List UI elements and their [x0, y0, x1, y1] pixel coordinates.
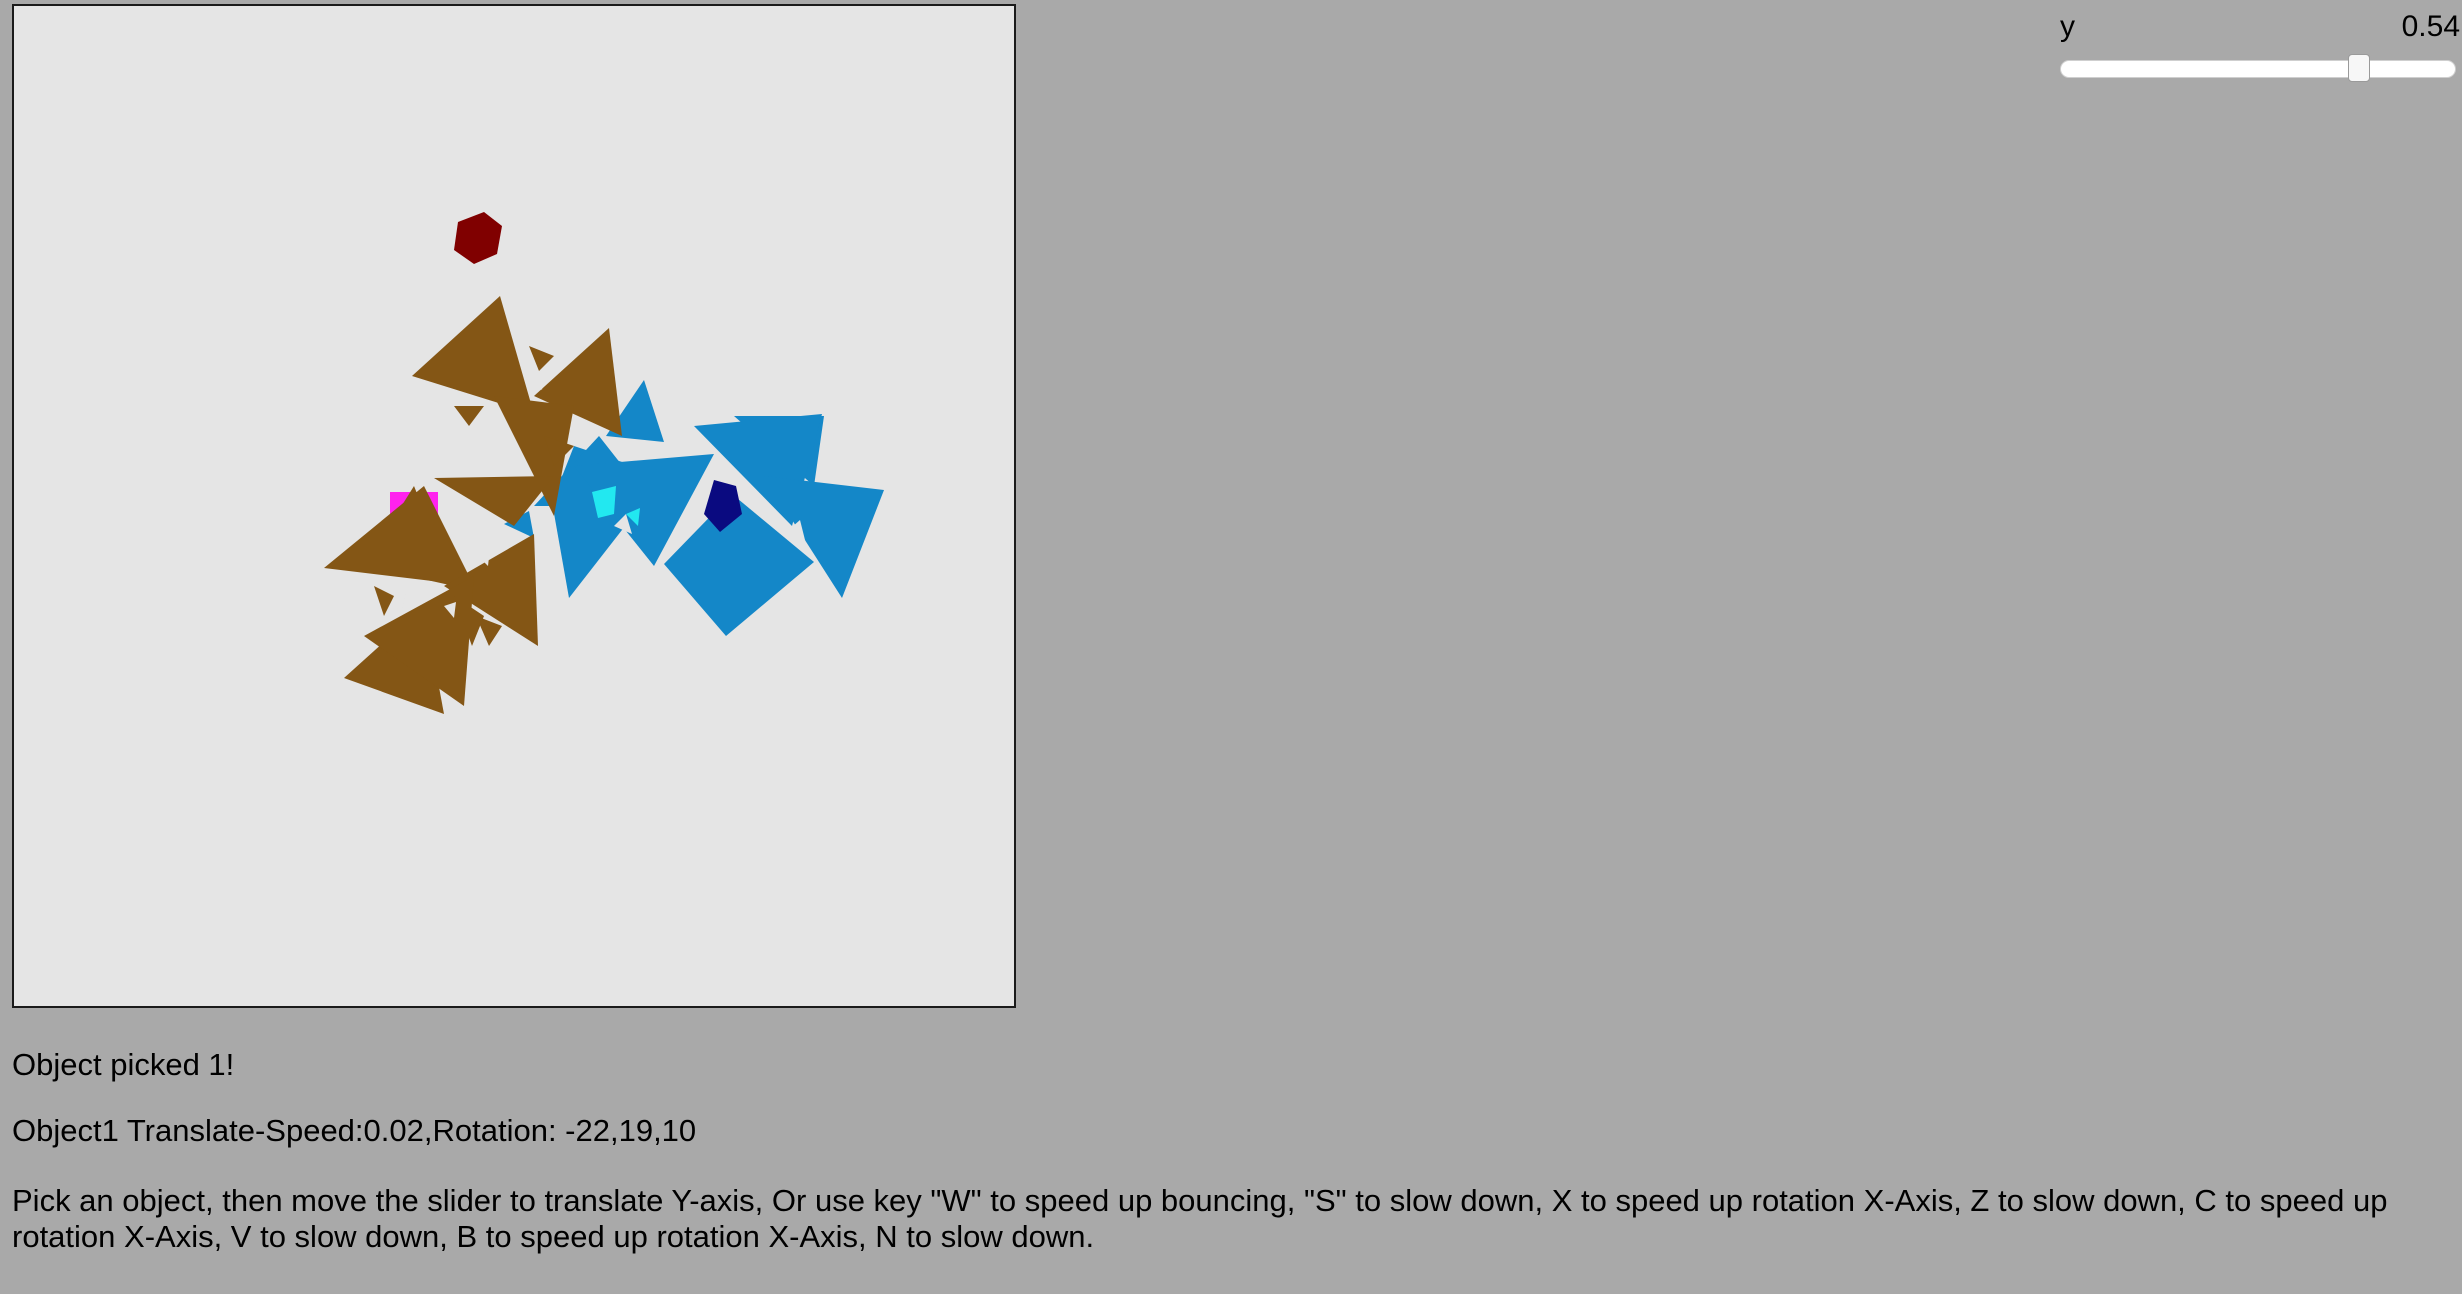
red-hexagon[interactable]	[454, 212, 502, 264]
scene-render[interactable]	[14, 6, 1014, 1006]
instructions-text: Pick an object, then move the slider to …	[12, 1183, 2388, 1254]
slider-track[interactable]	[2060, 60, 2456, 78]
y-slider-panel: y 0.54	[2060, 6, 2460, 86]
picked-status: Object picked 1!	[12, 1047, 235, 1082]
object-info: Object1 Translate-Speed:0.02,Rotation: -…	[12, 1113, 697, 1148]
slider-value: 0.54	[2401, 10, 2460, 43]
webgl-canvas[interactable]	[12, 4, 1016, 1008]
slider-label: y	[2060, 10, 2075, 43]
slider-thumb[interactable]	[2347, 54, 2370, 82]
